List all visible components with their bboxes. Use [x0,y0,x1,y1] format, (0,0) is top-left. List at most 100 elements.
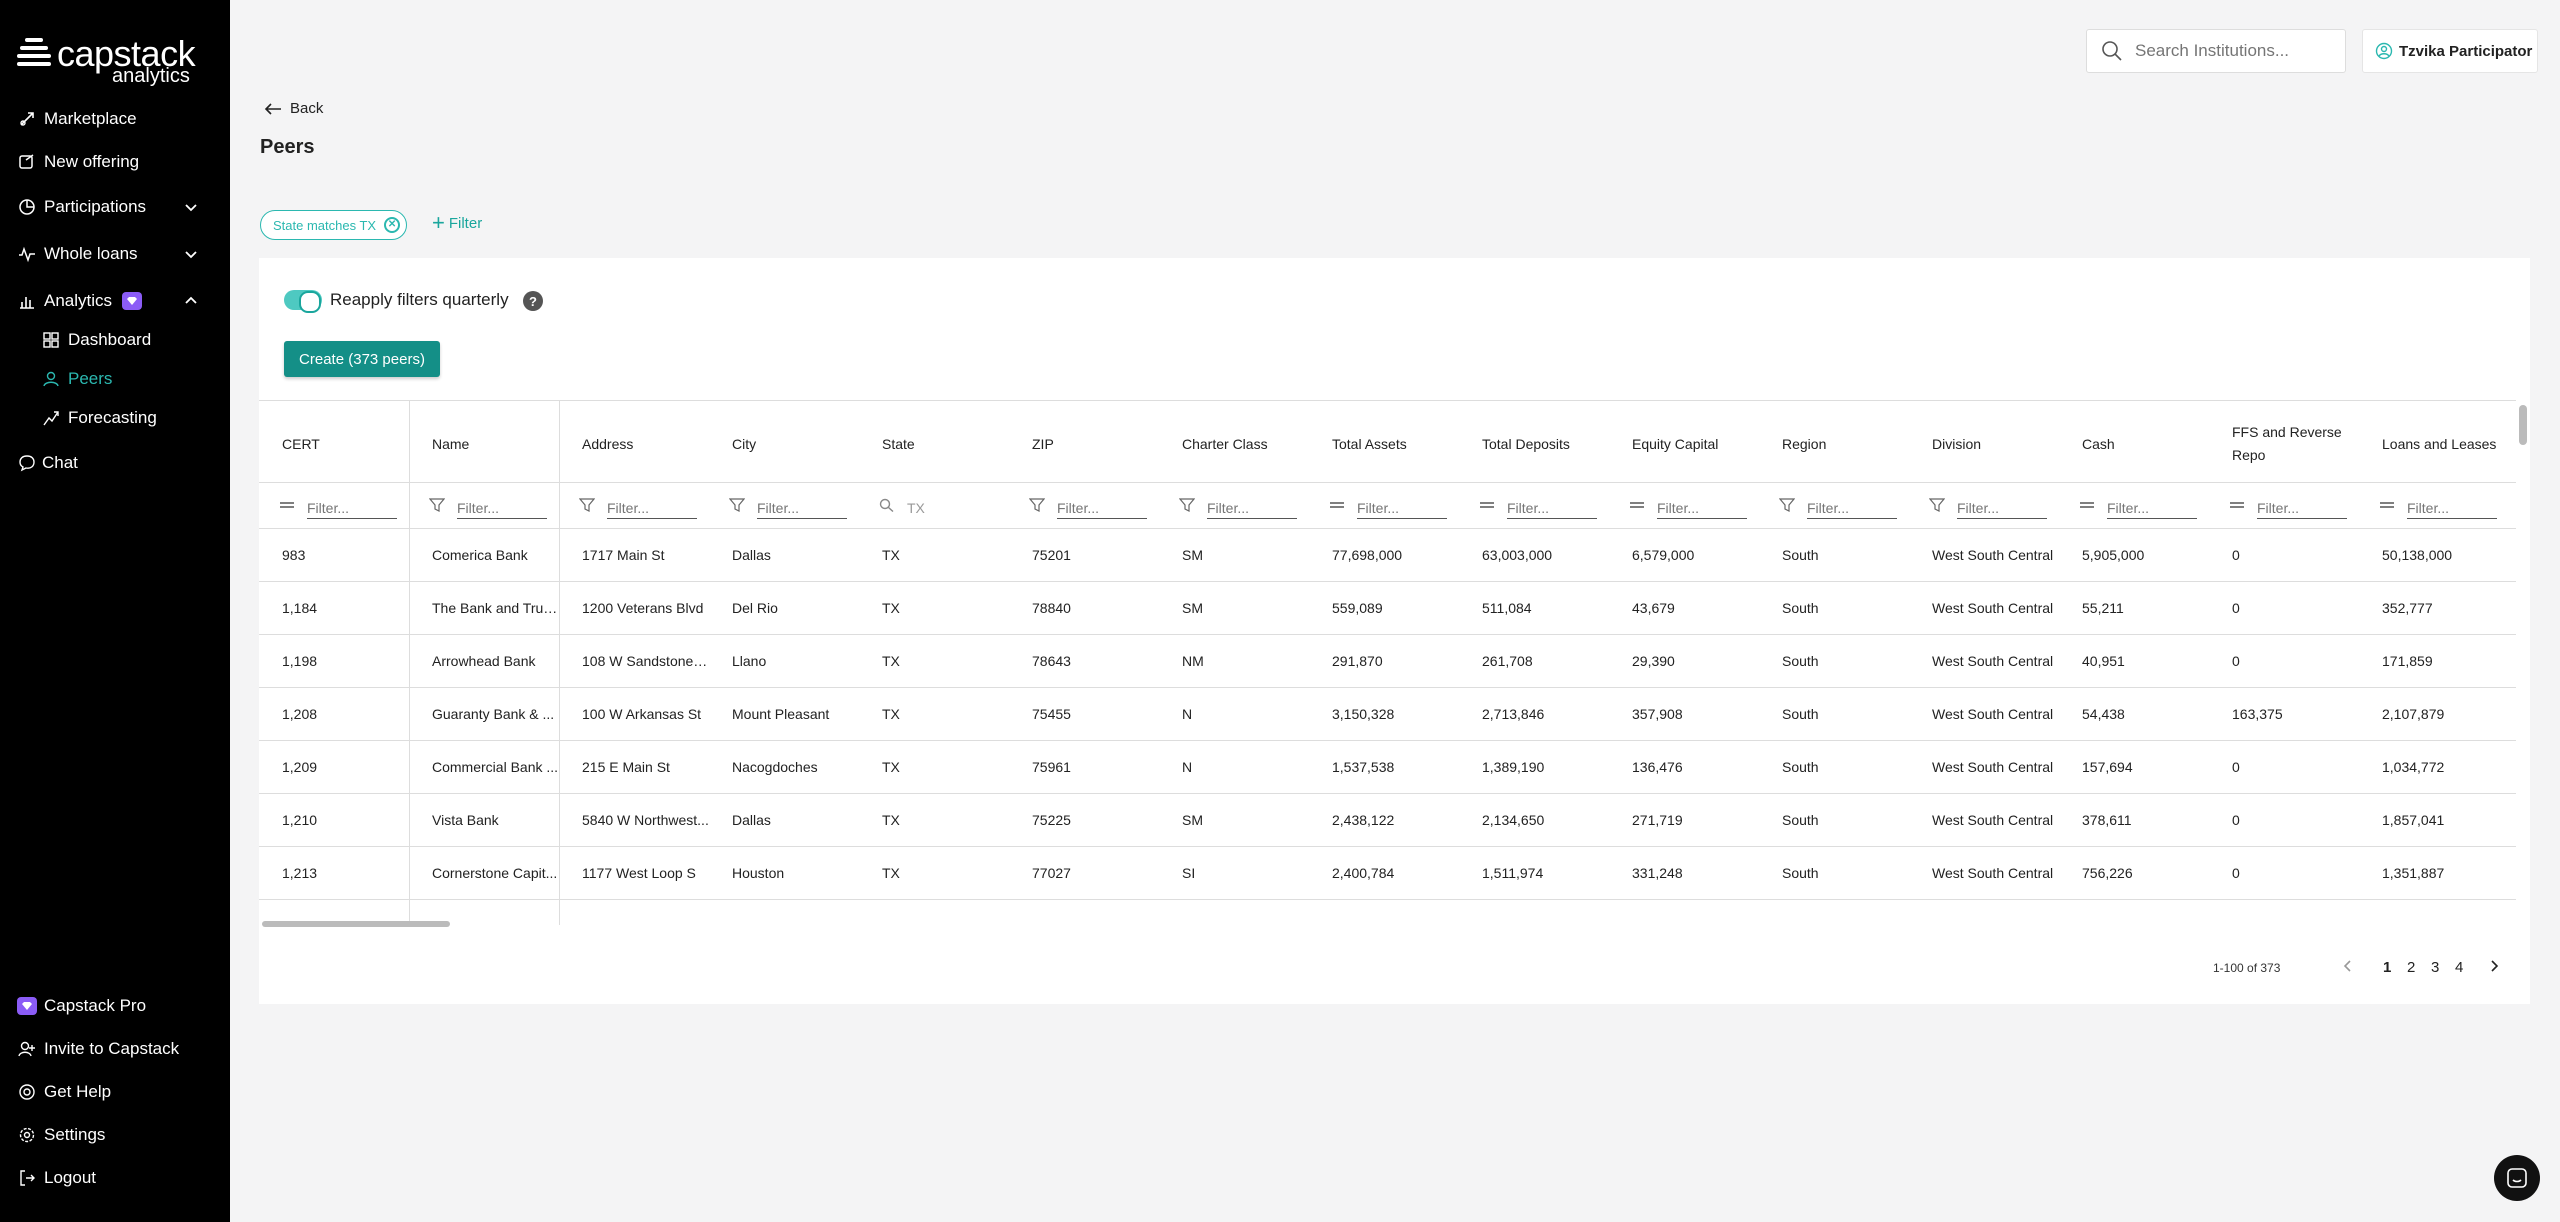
table-cell: South [1782,706,1819,722]
column-header[interactable]: Total Deposits [1459,401,1609,483]
table-cell: 78840 [1032,600,1071,616]
nav-analytics-label: Analytics [44,291,113,310]
column-header[interactable]: Address [559,401,709,483]
column-filter-input[interactable] [1057,497,1147,519]
column-filter-input[interactable] [1957,497,2047,519]
nav-forecasting[interactable]: Forecasting [0,401,230,435]
filter-icon[interactable] [1179,498,1195,512]
column-header[interactable]: Cash [2059,401,2209,483]
table-row[interactable]: 1,209 Commercial Bank ... 215 E Main St Nac… [259,741,2516,794]
column-header[interactable]: Loans and Leases [2359,401,2509,483]
column-filter-input[interactable] [2407,497,2497,519]
nav-new-offering[interactable]: New offering [0,145,230,179]
column-filter-input[interactable] [757,497,847,519]
equals-icon[interactable] [1329,498,1345,512]
column-header[interactable]: Region [1759,401,1909,483]
page-3-button[interactable]: 3 [2431,959,2439,976]
nav-analytics[interactable]: Analytics [0,284,230,318]
table-cell: 50,138,000 [2382,547,2453,563]
next-page-button[interactable] [2490,959,2500,977]
column-header[interactable]: City [709,401,859,483]
nav-dashboard[interactable]: Dashboard [0,323,230,357]
column-filter-input[interactable] [1207,497,1297,519]
equals-icon[interactable] [2379,498,2395,512]
capstack-logo[interactable]: capstack analytics [17,34,197,87]
nav-capstack-pro-label: Capstack Pro [44,996,147,1015]
close-icon[interactable]: ✕ [384,217,401,233]
table-row[interactable]: 983 Comerica Bank 1717 Main St Dallas TX 7520… [259,529,2516,582]
column-filter-input[interactable] [1657,497,1747,519]
column-filter-input[interactable] [307,497,397,519]
user-menu-button[interactable]: Tzvika Participator [2362,29,2538,73]
table-cell: 1,857,041 [2382,812,2445,828]
page-4-button[interactable]: 4 [2455,959,2463,976]
vertical-scrollbar[interactable] [2516,400,2530,925]
filter-icon[interactable] [729,498,745,512]
reapply-toggle[interactable] [284,290,322,313]
column-header[interactable]: ZIP [1009,401,1159,483]
column-header[interactable]: State [859,401,1009,483]
column-filter-input[interactable] [2107,497,2197,519]
column-filter-input[interactable] [907,497,997,519]
page-2-button[interactable]: 2 [2407,959,2415,976]
search-icon[interactable] [879,498,895,512]
help-icon[interactable]: ? [523,291,543,311]
nav-get-help[interactable]: Get Help [0,1075,230,1109]
filter-chip[interactable]: State matches TX ✕ [260,210,408,240]
table-cell: 2,713,846 [1482,706,1545,722]
column-filter-input[interactable] [2257,497,2347,519]
create-peers-button[interactable]: Create (373 peers) [284,341,440,377]
table-cell: 55,211 [2082,600,2124,616]
chat-launcher-button[interactable] [2494,1155,2540,1201]
table-row[interactable]: 1,184 The Bank and Trust... 1200 Veterans … [259,582,2516,635]
column-filter-input[interactable] [1357,497,1447,519]
search-box[interactable] [2086,29,2346,73]
table-row[interactable]: 1,213 Cornerstone Capit... 1177 West Loop … [259,847,2516,900]
nav-chat[interactable]: Chat [0,446,230,480]
table-cell: TX [882,706,900,722]
equals-icon[interactable] [279,498,295,512]
equals-icon[interactable] [2079,498,2095,512]
column-header[interactable]: CERT [259,401,409,483]
equals-icon[interactable] [1479,498,1495,512]
equals-icon[interactable] [2229,498,2245,512]
nav-invite[interactable]: Invite to Capstack [0,1032,230,1066]
nav-get-help-label: Get Help [44,1082,112,1101]
column-filter-input[interactable] [607,497,697,519]
nav-capstack-pro[interactable]: Capstack Pro [0,989,230,1023]
filter-icon[interactable] [1779,498,1795,512]
table-row[interactable]: 1,198 Arrowhead Bank 108 W Sandstone St Lla… [259,635,2516,688]
table-cell: 75961 [1032,759,1071,775]
column-filter-input[interactable] [1507,497,1597,519]
prev-page-button[interactable] [2342,959,2352,977]
nav-participations[interactable]: Participations [0,190,230,224]
table-cell: 1717 Main St [582,547,665,563]
filter-icon[interactable] [1029,498,1045,512]
column-header[interactable]: Division [1909,401,2059,483]
column-header[interactable]: Name [409,401,559,483]
horizontal-scrollbar[interactable] [259,918,2516,930]
marketplace-icon [16,108,38,130]
table-row[interactable]: 1,208 Guaranty Bank & ... 100 W Arkansas S… [259,688,2516,741]
nav-marketplace[interactable]: Marketplace [0,102,230,136]
equals-icon[interactable] [1629,498,1645,512]
column-header[interactable]: FFS and Reverse Repo [2209,401,2359,483]
nav-whole-loans[interactable]: Whole loans [0,237,230,271]
forecast-icon [40,407,62,429]
table-row[interactable]: 1,210 Vista Bank 5840 W Northwest... Dallas… [259,794,2516,847]
column-filter-input[interactable] [457,497,547,519]
page-1-button[interactable]: 1 [2383,959,2391,976]
column-header[interactable]: Total Assets [1309,401,1459,483]
filter-icon[interactable] [1929,498,1945,512]
nav-settings[interactable]: Settings [0,1118,230,1152]
column-filter-input[interactable] [1807,497,1897,519]
nav-logout[interactable]: Logout [0,1161,230,1195]
column-header[interactable]: Charter Class [1159,401,1309,483]
nav-peers[interactable]: Peers [0,362,230,396]
column-header[interactable]: Equity Capital [1609,401,1759,483]
filter-icon[interactable] [579,498,595,512]
back-link[interactable]: Back [264,100,323,117]
filter-icon[interactable] [429,498,445,512]
search-input[interactable] [2135,41,2335,61]
add-filter-button[interactable]: + Filter [432,212,482,234]
